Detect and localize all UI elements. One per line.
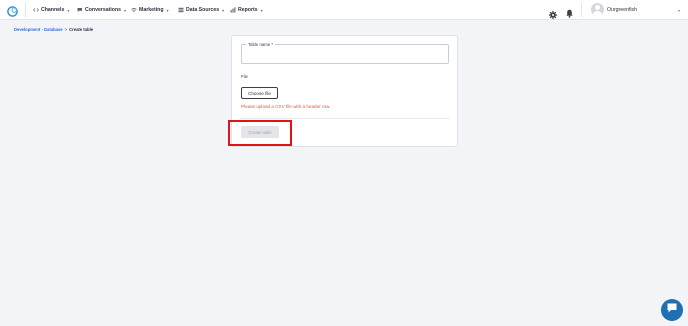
app-logo-icon[interactable] bbox=[7, 4, 18, 17]
channels-icon bbox=[33, 7, 39, 13]
user-name[interactable]: Ourgreenfish bbox=[607, 0, 637, 20]
nav-reports-label: Reports bbox=[238, 7, 258, 13]
top-navigation-bar: Channels ▾ Conversations ▾ Marketing ▾ D… bbox=[0, 0, 688, 20]
gear-icon[interactable] bbox=[548, 6, 558, 20]
avatar[interactable] bbox=[591, 3, 604, 16]
nav-reports[interactable]: Reports ▾ bbox=[230, 0, 263, 20]
user-divider bbox=[581, 3, 582, 17]
nav-data-sources[interactable]: Data Sources ▾ bbox=[178, 0, 224, 20]
chevron-down-icon[interactable]: ▾ bbox=[678, 0, 680, 20]
chevron-down-icon: ▾ bbox=[67, 7, 70, 13]
bell-icon[interactable] bbox=[566, 5, 573, 18]
form-divider bbox=[241, 118, 449, 119]
breadcrumb-current: Create table bbox=[69, 27, 94, 32]
breadcrumb: Development - Database > Create table bbox=[14, 27, 93, 32]
table-name-input[interactable] bbox=[244, 48, 446, 62]
file-error-message: Please upload a CSV file with a header r… bbox=[241, 104, 331, 109]
breadcrumb-separator: > bbox=[64, 27, 68, 32]
breadcrumb-link-database[interactable]: Development - Database bbox=[14, 27, 63, 32]
nav-data-sources-label: Data Sources bbox=[186, 7, 220, 13]
nav-divider bbox=[25, 3, 26, 17]
file-label: File bbox=[241, 74, 248, 79]
conversations-icon bbox=[77, 7, 83, 13]
nav-marketing[interactable]: Marketing ▾ bbox=[131, 0, 169, 20]
chat-bubble-icon bbox=[666, 301, 678, 319]
reports-icon bbox=[230, 7, 236, 13]
chat-widget-button[interactable] bbox=[661, 299, 683, 321]
nav-conversations[interactable]: Conversations ▾ bbox=[77, 0, 126, 20]
chevron-down-icon: ▾ bbox=[124, 7, 127, 13]
highlight-box bbox=[228, 120, 292, 146]
marketing-icon bbox=[131, 7, 137, 13]
table-name-label: Table name * bbox=[246, 42, 276, 47]
chevron-down-icon: ▾ bbox=[260, 7, 263, 13]
chevron-down-icon: ▾ bbox=[166, 7, 169, 13]
nav-channels-label: Channels bbox=[41, 7, 65, 13]
nav-marketing-label: Marketing bbox=[139, 7, 164, 13]
data-sources-icon bbox=[178, 7, 184, 13]
nav-conversations-label: Conversations bbox=[85, 7, 122, 13]
choose-file-button[interactable]: Choose file bbox=[241, 87, 278, 99]
nav-channels[interactable]: Channels ▾ bbox=[33, 0, 69, 20]
table-name-field[interactable]: Table name * bbox=[241, 42, 449, 64]
chevron-down-icon: ▾ bbox=[222, 7, 225, 13]
